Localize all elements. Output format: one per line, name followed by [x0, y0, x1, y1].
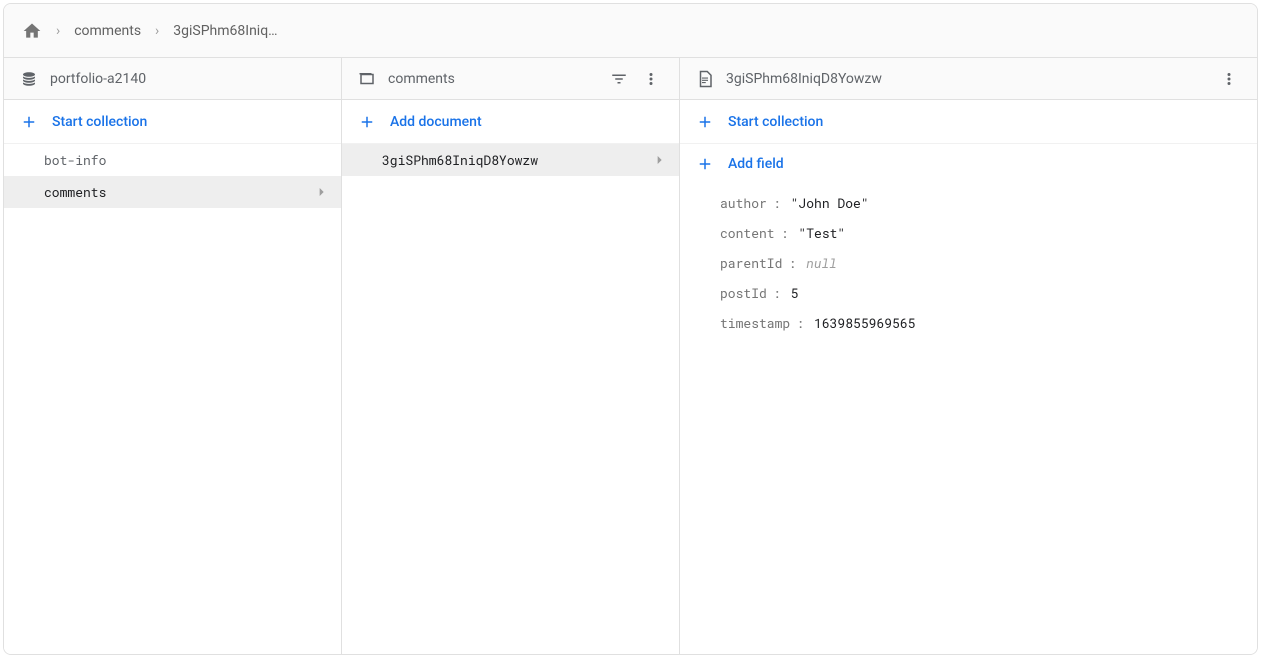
field-key: parentId: [720, 254, 782, 272]
more-vert-icon: [642, 70, 660, 88]
breadcrumb: › comments › 3giSPhm68Iniq…: [4, 4, 1257, 58]
chevron-right-icon: [313, 184, 329, 200]
field-row[interactable]: parentId:null: [680, 248, 1257, 278]
field-row[interactable]: content:"Test": [680, 218, 1257, 248]
columns-container: portfolio-a2140 Start collection bot-inf…: [4, 58, 1257, 654]
collection-title: comments: [388, 71, 595, 87]
document-column: 3giSPhm68IniqD8Yowzw Start collection Ad…: [680, 58, 1257, 654]
add-field-label: Add field: [728, 156, 784, 172]
field-value: 1639855969565: [814, 314, 915, 332]
database-icon: [20, 70, 38, 88]
field-key: content: [720, 224, 775, 242]
filter-icon: [610, 70, 628, 88]
field-row[interactable]: timestamp:1639855969565: [680, 308, 1257, 338]
home-icon[interactable]: [22, 21, 42, 41]
plus-icon: [696, 155, 714, 173]
field-row[interactable]: author:"John Doe": [680, 188, 1257, 218]
more-vert-icon: [1220, 70, 1238, 88]
document-title: 3giSPhm68IniqD8Yowzw: [726, 71, 1205, 87]
field-value: 5: [791, 284, 799, 302]
database-header: portfolio-a2140: [4, 58, 341, 100]
chevron-right-icon: ›: [155, 23, 159, 39]
add-document-label: Add document: [390, 114, 482, 130]
collections-list: bot-infocomments: [4, 144, 341, 654]
field-row[interactable]: postId:5: [680, 278, 1257, 308]
start-subcollection-label: Start collection: [728, 114, 823, 130]
start-collection-button[interactable]: Start collection: [4, 100, 341, 144]
add-field-button[interactable]: Add field: [680, 144, 1257, 184]
collection-item[interactable]: bot-info: [4, 144, 341, 176]
document-icon: [696, 70, 714, 88]
field-key: postId: [720, 284, 767, 302]
field-value: null: [806, 254, 837, 272]
start-collection-label: Start collection: [52, 114, 147, 130]
firestore-panel: › comments › 3giSPhm68Iniq… portfolio-a2…: [3, 3, 1258, 655]
start-subcollection-button[interactable]: Start collection: [680, 100, 1257, 144]
breadcrumb-item[interactable]: 3giSPhm68Iniq…: [173, 23, 277, 39]
document-header: 3giSPhm68IniqD8Yowzw: [680, 58, 1257, 100]
field-value: "John Doe": [791, 194, 869, 212]
field-value: "Test": [798, 224, 845, 242]
filter-button[interactable]: [607, 67, 631, 91]
chevron-right-icon: [651, 152, 667, 168]
plus-icon: [20, 113, 38, 131]
document-menu-button[interactable]: [1217, 67, 1241, 91]
document-item[interactable]: 3giSPhm68IniqD8Yowzw: [342, 144, 679, 176]
database-column: portfolio-a2140 Start collection bot-inf…: [4, 58, 342, 654]
plus-icon: [696, 113, 714, 131]
collection-icon: [358, 70, 376, 88]
breadcrumb-item[interactable]: comments: [74, 23, 141, 39]
collection-header: comments: [342, 58, 679, 100]
add-document-button[interactable]: Add document: [342, 100, 679, 144]
documents-list: 3giSPhm68IniqD8Yowzw: [342, 144, 679, 654]
field-key: author: [720, 194, 767, 212]
field-key: timestamp: [720, 314, 790, 332]
collection-column: comments Add document 3giSPhm68IniqD8Yow…: [342, 58, 680, 654]
plus-icon: [358, 113, 376, 131]
database-title: portfolio-a2140: [50, 71, 325, 87]
chevron-right-icon: ›: [56, 23, 60, 39]
collection-menu-button[interactable]: [639, 67, 663, 91]
collection-item[interactable]: comments: [4, 176, 341, 208]
fields-list: author:"John Doe"content:"Test"parentId:…: [680, 184, 1257, 338]
